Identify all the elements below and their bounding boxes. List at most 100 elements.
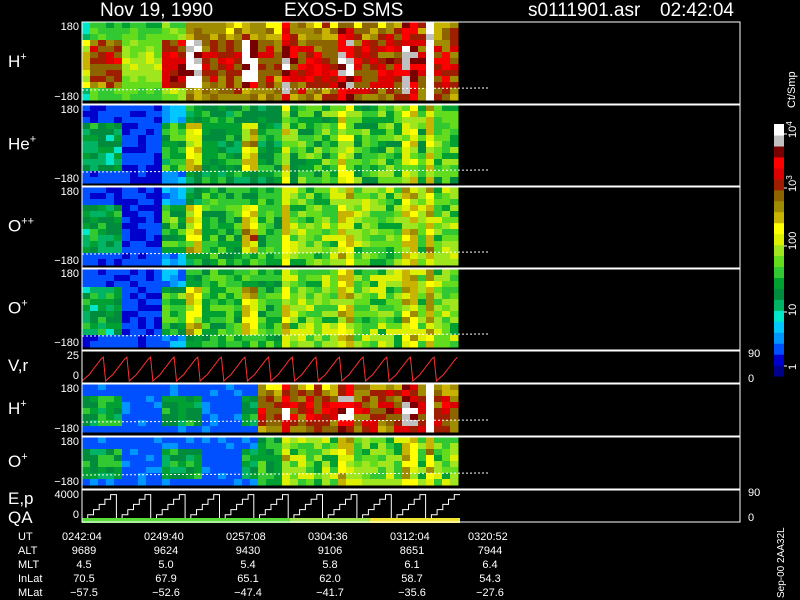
table-cell: −57.5 — [70, 587, 98, 599]
heatmap-cell — [274, 135, 283, 142]
heatmap-cell — [386, 159, 395, 166]
heatmap-cell — [82, 259, 91, 266]
heatmap-cell — [194, 275, 203, 282]
heatmap-cell — [98, 135, 107, 142]
heatmap-cell — [442, 235, 451, 242]
heatmap-cell — [282, 46, 291, 53]
heatmap-cell — [418, 46, 427, 53]
right-tick: 90 — [748, 487, 760, 499]
heatmap-cell — [114, 293, 123, 300]
heatmap-cell — [122, 70, 131, 77]
heatmap-cell — [234, 317, 243, 324]
heatmap-cell — [146, 408, 155, 415]
heatmap-cell — [250, 40, 259, 47]
heatmap-cell — [330, 223, 339, 230]
heatmap-cell — [442, 241, 451, 248]
heatmap-cell — [202, 323, 211, 330]
heatmap-cell — [450, 88, 459, 95]
heatmap-cell — [170, 40, 179, 47]
heatmap-cell — [370, 34, 379, 41]
heatmap-cell — [170, 159, 179, 166]
heatmap-cell — [290, 281, 299, 288]
heatmap-cell — [442, 111, 451, 118]
heatmap-cell — [242, 223, 251, 230]
heatmap-cell — [306, 123, 315, 130]
heatmap-cell — [266, 408, 275, 415]
heatmap-cell — [90, 223, 99, 230]
heatmap-cell — [210, 211, 219, 218]
heatmap-cell — [186, 437, 195, 444]
heatmap-cell — [346, 281, 355, 288]
heatmap-cell — [442, 449, 451, 456]
heatmap-cell — [146, 455, 155, 462]
heatmap-cell — [114, 443, 123, 450]
heatmap-cell — [354, 171, 363, 178]
heatmap-cell — [330, 287, 339, 294]
heatmap-cell — [386, 275, 395, 282]
heatmap-cell — [330, 253, 339, 260]
heatmap-cell — [338, 171, 347, 178]
panel-label-sup: ++ — [21, 216, 34, 228]
heatmap-cell — [154, 187, 163, 194]
heatmap-cell — [394, 402, 403, 409]
heatmap-cell — [82, 229, 91, 236]
heatmap-cell — [90, 64, 99, 71]
heatmap-cell — [402, 293, 411, 300]
heatmap-cell — [210, 293, 219, 300]
heatmap-cell — [146, 437, 155, 444]
heatmap-cell — [346, 253, 355, 260]
heatmap-cell — [386, 123, 395, 130]
heatmap-cell — [210, 105, 219, 112]
heatmap-cell — [130, 58, 139, 65]
heatmap-cell — [186, 396, 195, 403]
heatmap-cell — [298, 455, 307, 462]
heatmap-cell — [282, 177, 291, 184]
heatmap-cell — [146, 123, 155, 130]
table-cell: 4.5 — [76, 559, 91, 571]
heatmap-cell — [434, 449, 443, 456]
heatmap-cell — [178, 287, 187, 294]
heatmap-cell — [178, 199, 187, 206]
heatmap-cell — [210, 426, 219, 433]
heatmap-cell — [170, 28, 179, 35]
heatmap-cell — [338, 117, 347, 124]
heatmap-cell — [290, 253, 299, 260]
heatmap-cell — [130, 420, 139, 427]
heatmap-cell — [138, 82, 147, 89]
heatmap-cell — [442, 275, 451, 282]
heatmap-cell — [298, 253, 307, 260]
heatmap-cell — [202, 275, 211, 282]
heatmap-cell — [330, 414, 339, 421]
heatmap-cell — [122, 299, 131, 306]
heatmap-cell — [426, 52, 435, 59]
heatmap-cell — [442, 153, 451, 160]
heatmap-cell — [346, 293, 355, 300]
heatmap-cell — [290, 105, 299, 112]
heatmap-cell — [234, 111, 243, 118]
table-row-label: MLT — [18, 559, 39, 571]
heatmap-cell — [330, 159, 339, 166]
heatmap-cell — [218, 293, 227, 300]
heatmap-cell — [314, 253, 323, 260]
heatmap-cell — [434, 111, 443, 118]
heatmap-cell — [122, 467, 131, 474]
heatmap-cell — [210, 402, 219, 409]
heatmap-cell — [106, 414, 115, 421]
heatmap-cell — [322, 235, 331, 242]
panel-label-sup: + — [20, 51, 26, 63]
heatmap-cell — [402, 129, 411, 136]
heatmap-cell — [82, 341, 91, 348]
heatmap-cell — [122, 235, 131, 242]
heatmap-cell — [114, 287, 123, 294]
heatmap-cell — [362, 141, 371, 148]
heatmap-cell — [146, 299, 155, 306]
heatmap-cell — [370, 414, 379, 421]
heatmap-cell — [442, 64, 451, 71]
heatmap-cell — [282, 199, 291, 206]
heatmap-cell — [442, 46, 451, 53]
heatmap-cell — [202, 461, 211, 468]
heatmap-cell — [154, 129, 163, 136]
heatmap-cell — [146, 187, 155, 194]
heatmap-cell — [410, 135, 419, 142]
heatmap-cell — [178, 111, 187, 118]
